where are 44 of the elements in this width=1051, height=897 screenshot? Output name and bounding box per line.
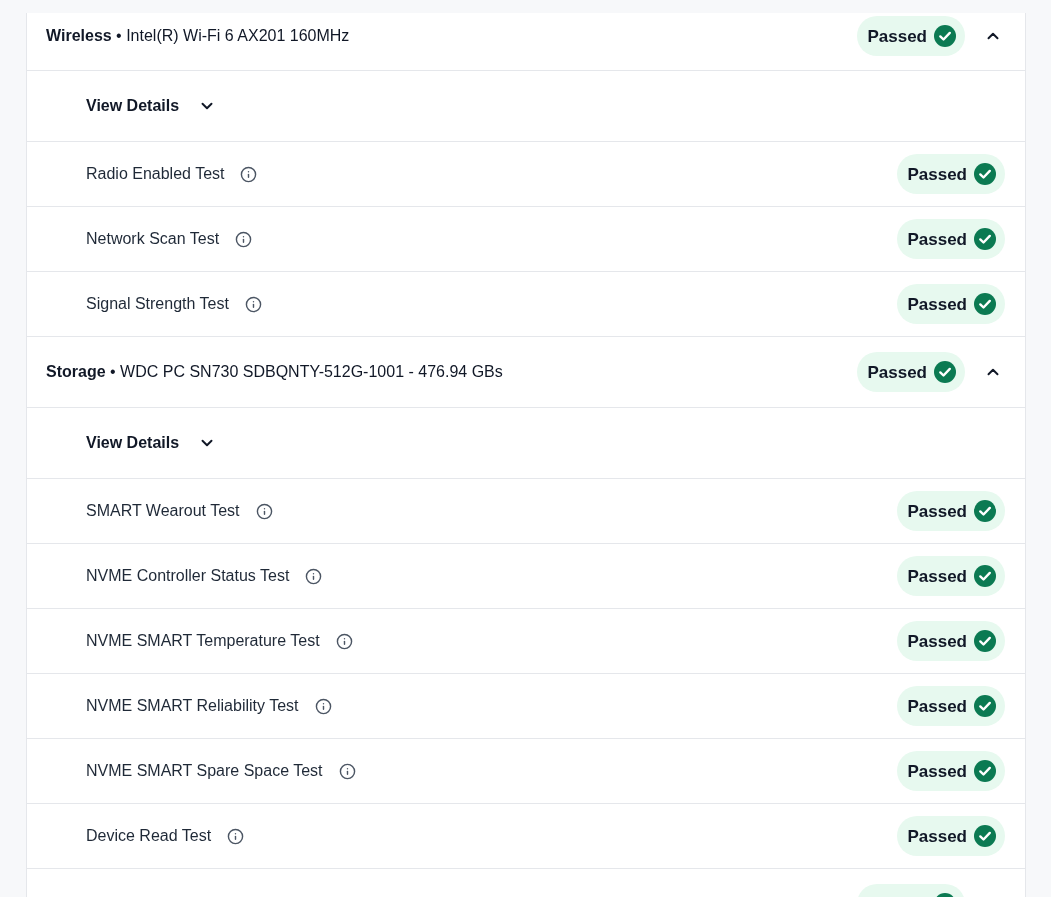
info-icon[interactable]	[305, 567, 323, 585]
check-circle-icon	[974, 825, 996, 847]
check-circle-icon	[974, 228, 996, 250]
info-icon[interactable]	[314, 697, 332, 715]
status-label: Passed	[907, 762, 967, 780]
info-icon[interactable]	[227, 827, 245, 845]
section-title: Wireless • Intel(R) Wi-Fi 6 AX201 160MHz	[46, 27, 350, 44]
test-name: Radio Enabled Test	[86, 164, 225, 184]
status-label: Passed	[867, 27, 927, 45]
check-circle-icon	[934, 25, 956, 47]
test-name: NVME SMART Spare Space Test	[86, 761, 323, 781]
test-name: Network Scan Test	[86, 229, 220, 249]
status-label: Passed	[907, 567, 967, 585]
info-icon[interactable]	[235, 230, 253, 248]
check-circle-icon	[974, 565, 996, 587]
details-toggle[interactable]: View Details	[86, 431, 217, 455]
check-circle-icon	[974, 760, 996, 782]
check-circle-icon	[934, 361, 956, 383]
status-label: Passed	[907, 295, 967, 313]
test-name: SMART Wearout Test	[86, 501, 240, 521]
info-icon[interactable]	[255, 502, 273, 520]
status-label: Passed	[907, 697, 967, 715]
test-name: NVME SMART Temperature Test	[86, 631, 320, 651]
section-title: Storage • WDC PC SN730 SDBQNTY-512G-1001 - 476.94 GBs	[46, 363, 503, 380]
test-name: NVME SMART Reliability Test	[86, 696, 299, 716]
info-icon[interactable]	[240, 165, 258, 183]
test-name: NVME Controller Status Test	[86, 566, 290, 586]
status-label: Passed	[907, 827, 967, 845]
status-label: Passed	[907, 165, 967, 183]
test-name: Device Read Test	[86, 826, 212, 846]
status-label: Passed	[907, 632, 967, 650]
status-label: Passed	[907, 230, 967, 248]
check-circle-icon	[974, 500, 996, 522]
status-label: Passed	[907, 502, 967, 520]
info-icon[interactable]	[244, 295, 262, 313]
info-icon[interactable]	[335, 632, 353, 650]
check-circle-icon	[974, 630, 996, 652]
check-circle-icon	[974, 163, 996, 185]
check-circle-icon	[974, 695, 996, 717]
test-name: Signal Strength Test	[86, 294, 229, 314]
status-label: Passed	[867, 363, 927, 381]
check-circle-icon	[974, 293, 996, 315]
info-icon[interactable]	[338, 762, 356, 780]
details-toggle[interactable]: View Details	[86, 94, 217, 118]
